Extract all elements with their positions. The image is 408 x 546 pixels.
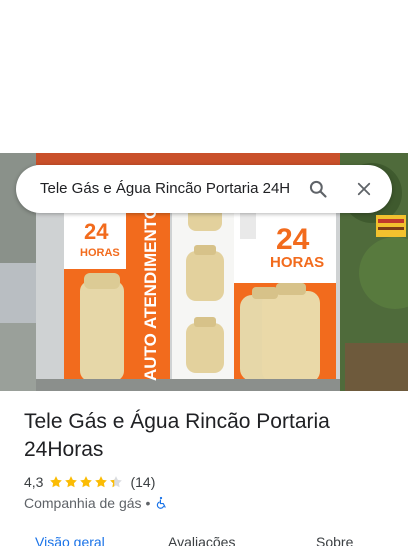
place-category: Companhia de gás — [24, 495, 142, 511]
sign-auto-atendimento: AUTO ATENDIMENTO — [141, 206, 160, 381]
tab-about[interactable]: Sobre — [316, 534, 353, 546]
place-details-page: 24 HORAS 24 HORAS AUTO ATENDIMENTO Tele … — [0, 0, 408, 546]
search-button[interactable] — [302, 173, 334, 205]
close-icon — [357, 182, 371, 196]
separator-dot: • — [145, 495, 151, 511]
sign-24-left: 24 — [84, 219, 109, 244]
star-full-icon — [50, 476, 63, 488]
wheelchair-accessible-icon — [157, 496, 167, 509]
place-title: Tele Gás e Água Rincão Portaria 24Horas — [24, 410, 330, 461]
star-partial-icon — [110, 476, 123, 488]
clear-search-button[interactable] — [348, 173, 380, 205]
search-input[interactable]: Tele Gás e Água Rincão Portaria 24H — [40, 165, 304, 213]
tab-reviews[interactable]: Avaliações — [168, 534, 235, 546]
rating-value: 4,3 — [24, 474, 44, 490]
sign-24-right: 24 — [276, 223, 310, 256]
star-full-icon — [65, 476, 78, 488]
search-bar[interactable]: Tele Gás e Água Rincão Portaria 24H — [16, 165, 392, 213]
rating-stars — [49, 475, 124, 489]
sign-horas-left: HORAS — [80, 247, 120, 259]
category-row: Companhia de gás • — [24, 494, 168, 512]
place-tabs: Visão geral Avaliações Sobre — [0, 530, 408, 546]
star-full-icon — [80, 476, 93, 488]
review-count[interactable]: (14) — [130, 474, 155, 490]
star-full-icon — [95, 476, 108, 488]
tab-overview[interactable]: Visão geral — [35, 534, 105, 546]
search-icon — [309, 180, 327, 198]
rating-row[interactable]: 4,3 (14) — [24, 473, 155, 491]
sign-horas-right: HORAS — [270, 254, 324, 271]
